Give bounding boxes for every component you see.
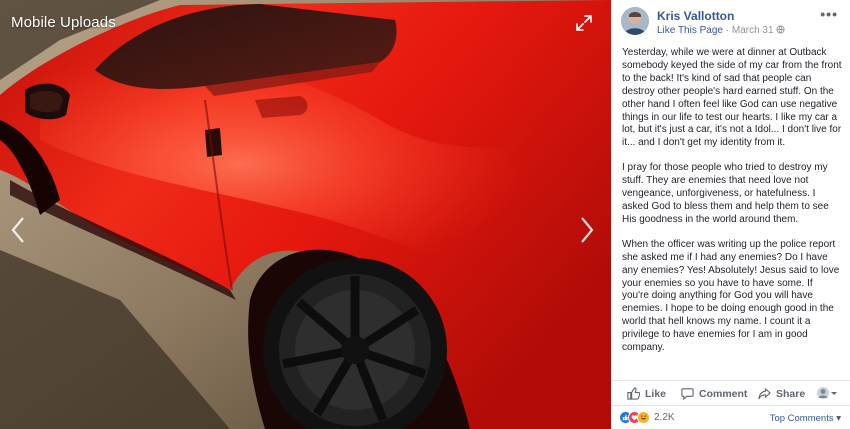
profile-dropdown-icon xyxy=(817,387,837,399)
like-label: Like xyxy=(645,387,667,400)
post-date[interactable]: March 31 xyxy=(732,25,774,36)
comment-label: Comment xyxy=(699,387,748,400)
post-paragraph: Yesterday, while we were at dinner at Ou… xyxy=(622,47,842,149)
thumbs-up-icon xyxy=(627,387,640,400)
comment-button[interactable]: Comment xyxy=(681,387,747,400)
post-meta: Like This Page · March 31 xyxy=(657,25,785,36)
post-paragraph: When the officer was writing up the poli… xyxy=(622,238,840,354)
avatar[interactable] xyxy=(621,7,649,35)
next-photo-button[interactable] xyxy=(577,215,597,245)
post-header: Kris Vallotton Like This Page · March 31… xyxy=(611,0,850,44)
expand-icon[interactable] xyxy=(575,14,593,32)
previous-photo-button[interactable] xyxy=(8,215,28,245)
post-actions: Like Comment Share xyxy=(611,380,850,406)
like-page-link[interactable]: Like This Page xyxy=(657,25,723,36)
audience-selector[interactable] xyxy=(816,386,843,400)
album-title[interactable]: Mobile Uploads xyxy=(11,14,116,31)
post-panel: Kris Vallotton Like This Page · March 31… xyxy=(611,0,850,429)
post-paragraph: I pray for those people who tried to des… xyxy=(622,162,829,225)
author-name[interactable]: Kris Vallotton xyxy=(657,9,734,23)
like-button[interactable]: Like xyxy=(627,387,666,400)
share-icon xyxy=(758,388,771,400)
chevron-right-icon xyxy=(581,217,594,243)
share-label: Share xyxy=(776,387,806,400)
globe-icon xyxy=(776,25,785,36)
top-comments-dropdown[interactable]: Top Comments ▾ xyxy=(770,413,841,424)
haha-reaction-icon xyxy=(637,411,650,424)
reaction-summary[interactable]: 2.2K xyxy=(619,411,675,424)
share-button[interactable]: Share xyxy=(758,387,805,400)
chevron-left-icon xyxy=(11,217,24,243)
photo-viewer: Mobile Uploads xyxy=(0,0,611,429)
post-text: Yesterday, while we were at dinner at Ou… xyxy=(622,47,842,367)
reaction-count: 2.2K xyxy=(654,412,675,423)
car-photo xyxy=(0,0,611,429)
more-options-button[interactable]: ••• xyxy=(820,6,838,22)
comment-icon xyxy=(681,388,694,400)
